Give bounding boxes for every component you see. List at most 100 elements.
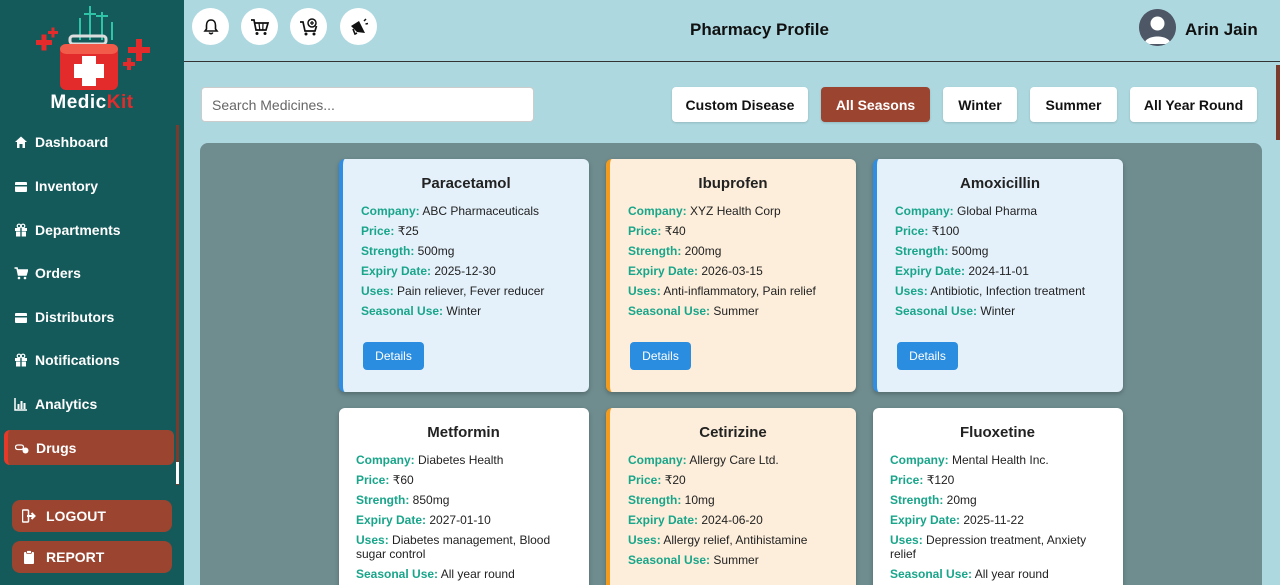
medicine-grid: Paracetamol Company: ABC Pharmaceuticals… bbox=[200, 143, 1262, 585]
expiry-label: Expiry Date: bbox=[895, 264, 966, 278]
sidebar-item-label: Departments bbox=[35, 221, 121, 238]
medicine-strength: Strength: 20mg bbox=[890, 493, 1105, 507]
medicine-strength: Strength: 500mg bbox=[895, 244, 1105, 258]
expiry-value: 2026-03-15 bbox=[701, 264, 763, 278]
medicine-name: Metformin bbox=[427, 424, 500, 441]
price-value: ₹20 bbox=[664, 473, 686, 487]
medicine-price: Price: ₹20 bbox=[628, 473, 838, 487]
strength-label: Strength: bbox=[628, 493, 682, 507]
announcements-button[interactable] bbox=[340, 8, 377, 45]
medicine-name: Fluoxetine bbox=[959, 424, 1035, 441]
sidebar-item-orders[interactable]: Orders bbox=[4, 255, 174, 290]
details-button[interactable]: Details bbox=[897, 342, 958, 370]
medicine-uses: Uses: Allergy relief, Antihistamine bbox=[628, 533, 838, 547]
clipboard-icon bbox=[22, 550, 36, 564]
seasonal-label: Seasonal Use: bbox=[890, 567, 973, 581]
notifications-button[interactable] bbox=[192, 8, 229, 45]
company-value: ABC Pharmaceuticals bbox=[422, 204, 540, 218]
sidebar-item-analytics[interactable]: Analytics bbox=[4, 386, 174, 421]
medicine-expiry: Expiry Date: 2024-11-01 bbox=[895, 264, 1105, 278]
medicine-uses: Uses: Antibiotic, Infection treatment bbox=[895, 284, 1105, 298]
strength-label: Strength: bbox=[356, 493, 410, 507]
company-label: Company: bbox=[890, 453, 949, 467]
expiry-label: Expiry Date: bbox=[628, 264, 699, 278]
medicine-expiry: Expiry Date: 2025-12-30 bbox=[361, 264, 571, 278]
sidebar-item-drugs[interactable]: Drugs bbox=[4, 430, 174, 465]
price-value: ₹40 bbox=[664, 224, 686, 238]
medicine-name: Ibuprofen bbox=[698, 175, 768, 192]
medicine-company: Company: Allergy Care Ltd. bbox=[628, 453, 838, 467]
logout-label: LOGOUT bbox=[46, 508, 106, 524]
brand-name: MedicKit bbox=[0, 92, 184, 114]
medicine-price: Price: ₹100 bbox=[895, 224, 1105, 238]
sidebar-item-distributors[interactable]: Distributors bbox=[4, 299, 174, 334]
medicine-company: Company: Global Pharma bbox=[895, 204, 1105, 218]
price-label: Price: bbox=[361, 224, 395, 238]
seasonal-value: Winter bbox=[446, 304, 482, 318]
company-label: Company: bbox=[628, 453, 687, 467]
filter-custom-disease-button[interactable]: Custom Disease bbox=[672, 87, 808, 122]
medicine-seasonal: Seasonal Use: Winter bbox=[361, 304, 571, 318]
seasonal-label: Seasonal Use: bbox=[628, 553, 711, 567]
filter-summer-button[interactable]: Summer bbox=[1030, 87, 1117, 122]
sidebar-item-label: Dashboard bbox=[35, 133, 109, 150]
page-scrollbar[interactable] bbox=[1276, 65, 1280, 140]
medicine-strength: Strength: 200mg bbox=[628, 244, 838, 258]
expiry-value: 2025-11-22 bbox=[963, 513, 1024, 527]
medicine-card: Paracetamol Company: ABC Pharmaceuticals… bbox=[339, 159, 589, 392]
sidebar-scrollbar-thumb[interactable] bbox=[176, 462, 179, 484]
medicine-name: Paracetamol bbox=[421, 175, 511, 192]
sidebar-item-label: Inventory bbox=[35, 177, 99, 194]
strength-label: Strength: bbox=[895, 244, 949, 258]
price-label: Price: bbox=[356, 473, 390, 487]
price-label: Price: bbox=[628, 224, 662, 238]
seasonal-value: Winter bbox=[980, 304, 1016, 318]
medicine-company: Company: ABC Pharmaceuticals bbox=[361, 204, 571, 218]
medicine-price: Price: ₹25 bbox=[361, 224, 571, 238]
company-value: Global Pharma bbox=[957, 204, 1038, 218]
box-icon bbox=[14, 310, 28, 324]
uses-value: Antibiotic, Infection treatment bbox=[930, 284, 1086, 298]
filter-all-year-round-button[interactable]: All Year Round bbox=[1130, 87, 1257, 122]
medicine-seasonal: Seasonal Use: Summer bbox=[628, 553, 838, 567]
sidebar-item-departments[interactable]: Departments bbox=[4, 212, 174, 247]
cart-button[interactable] bbox=[241, 8, 278, 45]
sidebar-item-label: Notifications bbox=[35, 351, 120, 368]
medicine-card: Fluoxetine Company: Mental Health Inc. P… bbox=[873, 408, 1123, 585]
seasonal-label: Seasonal Use: bbox=[356, 567, 439, 581]
expiry-label: Expiry Date: bbox=[361, 264, 432, 278]
filter-winter-button[interactable]: Winter bbox=[943, 87, 1017, 122]
expiry-label: Expiry Date: bbox=[628, 513, 699, 527]
expiry-value: 2024-11-01 bbox=[968, 264, 1029, 278]
sidebar-item-inventory[interactable]: Inventory bbox=[4, 168, 174, 203]
search-input[interactable] bbox=[201, 87, 534, 122]
strength-value: 10mg bbox=[684, 493, 715, 507]
uses-value: Pain reliever, Fever reducer bbox=[397, 284, 545, 298]
bell-icon bbox=[202, 18, 219, 34]
price-value: ₹25 bbox=[397, 224, 419, 238]
uses-label: Uses: bbox=[628, 533, 661, 547]
uses-label: Uses: bbox=[356, 533, 389, 547]
company-label: Company: bbox=[628, 204, 687, 218]
seasonal-value: Summer bbox=[713, 553, 759, 567]
cart-add-button[interactable] bbox=[290, 8, 327, 45]
avatar[interactable] bbox=[1139, 9, 1176, 46]
report-button[interactable]: REPORT bbox=[12, 541, 172, 573]
sidebar-item-notifications[interactable]: Notifications bbox=[4, 342, 174, 377]
details-button[interactable]: Details bbox=[363, 342, 424, 370]
price-label: Price: bbox=[628, 473, 662, 487]
logout-button[interactable]: LOGOUT bbox=[12, 500, 172, 532]
seasonal-value: All year round bbox=[974, 567, 1049, 581]
expiry-value: 2024-06-20 bbox=[701, 513, 763, 527]
medicine-company: Company: XYZ Health Corp bbox=[628, 204, 838, 218]
sidebar-item-dashboard[interactable]: Dashboard bbox=[4, 124, 174, 159]
user-name[interactable]: Arin Jain bbox=[1185, 20, 1258, 40]
strength-label: Strength: bbox=[361, 244, 415, 258]
details-button[interactable]: Details bbox=[630, 342, 691, 370]
sidebar-scrollbar[interactable] bbox=[176, 125, 179, 485]
sidebar: MedicKit Dashboard Inventory Departments… bbox=[0, 0, 184, 585]
company-value: Diabetes Health bbox=[418, 453, 504, 467]
medicine-seasonal: Seasonal Use: All year round bbox=[356, 567, 571, 581]
filter-all-seasons-button[interactable]: All Seasons bbox=[821, 87, 930, 122]
medicine-uses: Uses: Diabetes management, Blood sugar c… bbox=[356, 533, 571, 561]
